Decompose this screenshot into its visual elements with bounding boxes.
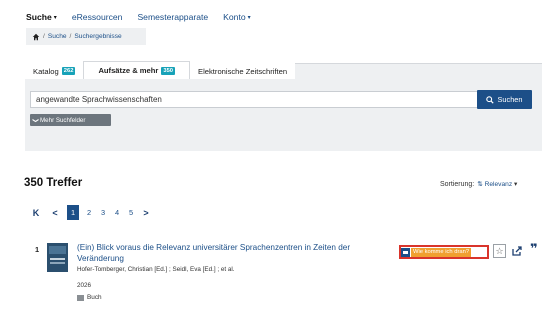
availability-button[interactable]: Wie komme ich dran? (401, 247, 487, 257)
nav-semesterapparate-label: Semesterapparate (137, 12, 209, 22)
breadcrumb-item-suche[interactable]: Suche (48, 33, 67, 40)
result-authors: Hofer-Tomberger, Christian [Ed.] ; Seidl… (77, 266, 235, 273)
sort-icon: ⇅ (477, 181, 483, 188)
sort-select[interactable]: ⇅ Relevanz ▾ (477, 180, 517, 188)
book-icon (77, 294, 84, 301)
search-tabs: Katalog 262 Aufsätze & mehr 350 Elektron… (25, 61, 296, 79)
sort-label: Sortierung: (440, 180, 475, 188)
result-title-line2: Veränderung (77, 253, 124, 263)
chevron-down-icon: ❯ (32, 117, 39, 123)
search-icon (486, 95, 495, 104)
bookmark-star-icon[interactable]: ☆ (493, 244, 506, 258)
nav-konto[interactable]: Konto ▾ (223, 12, 250, 22)
breadcrumb: / Suche / Suchergebnisse (26, 28, 146, 45)
cover-art (49, 246, 66, 254)
search-button[interactable]: Suchen (477, 90, 532, 109)
result-year: 2026 (77, 282, 92, 289)
prev-page-button[interactable]: < (48, 205, 62, 220)
chevron-down-icon: ▾ (513, 181, 518, 188)
chevron-down-icon: ▾ (247, 15, 251, 21)
nav-eressourcen-label: eRessourcen (71, 12, 123, 22)
nav-semesterapparate[interactable]: Semesterapparate (137, 12, 208, 22)
cover-lines (50, 258, 65, 260)
results-count: 350 Treffer (24, 177, 83, 189)
availability-label: Wie komme ich dran? (411, 247, 472, 257)
sort-control: Sortierung: ⇅ Relevanz ▾ (440, 180, 517, 189)
page-button-3[interactable]: 3 (97, 205, 109, 220)
home-icon[interactable] (32, 33, 40, 41)
result-title-link[interactable]: (Ein) Blick voraus die Relevanz universi… (77, 243, 377, 264)
search-button-label: Suchen (497, 95, 523, 104)
tab-ezeitschriften-label: Elektronische Zeitschriften (198, 66, 288, 76)
search-input[interactable]: angewandte Sprachwissenschaften (30, 91, 507, 108)
pagination: K < 1 2 3 4 5 > (29, 205, 158, 220)
nav-suche-label: Suche (26, 12, 52, 22)
nav-konto-label: Konto (223, 12, 246, 22)
top-nav: Suche ▾ eRessourcen Semesterapparate Kont… (26, 12, 251, 22)
more-fields-label: Mehr Suchfelder (40, 116, 86, 124)
book-cover-thumbnail[interactable] (47, 243, 68, 272)
availability-icon (401, 247, 410, 257)
count-badge: 350 (161, 66, 176, 75)
next-page-button[interactable]: > (139, 205, 153, 220)
first-page-button[interactable]: K (29, 205, 43, 220)
page-button-5[interactable]: 5 (125, 205, 137, 220)
result-number: 1 (35, 245, 40, 254)
sort-value: Relevanz (484, 181, 513, 188)
breadcrumb-separator: / (69, 33, 72, 40)
page-button-4[interactable]: 4 (111, 205, 123, 220)
tab-elektronische-zeitschriften[interactable]: Elektronische Zeitschriften (190, 63, 296, 79)
tab-katalog-label: Katalog (33, 66, 59, 76)
result-title-line1: (Ein) Blick voraus die Relevanz universi… (77, 243, 351, 252)
breadcrumb-separator: / (43, 33, 45, 40)
result-type: Buch (77, 294, 102, 301)
chevron-down-icon: ▾ (53, 15, 57, 21)
page-button-2[interactable]: 2 (83, 205, 95, 220)
nav-suche[interactable]: Suche ▾ (26, 12, 57, 22)
nav-eressourcen[interactable]: eRessourcen (72, 12, 123, 22)
breadcrumb-item-suchergebnisse[interactable]: Suchergebnisse (74, 33, 121, 40)
tab-katalog[interactable]: Katalog 262 (25, 63, 84, 79)
tab-aufsaetze[interactable]: Aufsätze & mehr 350 (83, 61, 191, 79)
more-fields-button[interactable]: ❯ Mehr Suchfelder (30, 114, 111, 126)
tab-aufsaetze-label: Aufsätze & mehr (98, 66, 159, 75)
count-badge: 262 (61, 67, 76, 75)
page-button-1[interactable]: 1 (67, 205, 79, 220)
result-type-label: Buch (87, 294, 102, 301)
cite-icon[interactable]: ❞ (530, 242, 538, 255)
share-icon[interactable] (512, 246, 522, 256)
